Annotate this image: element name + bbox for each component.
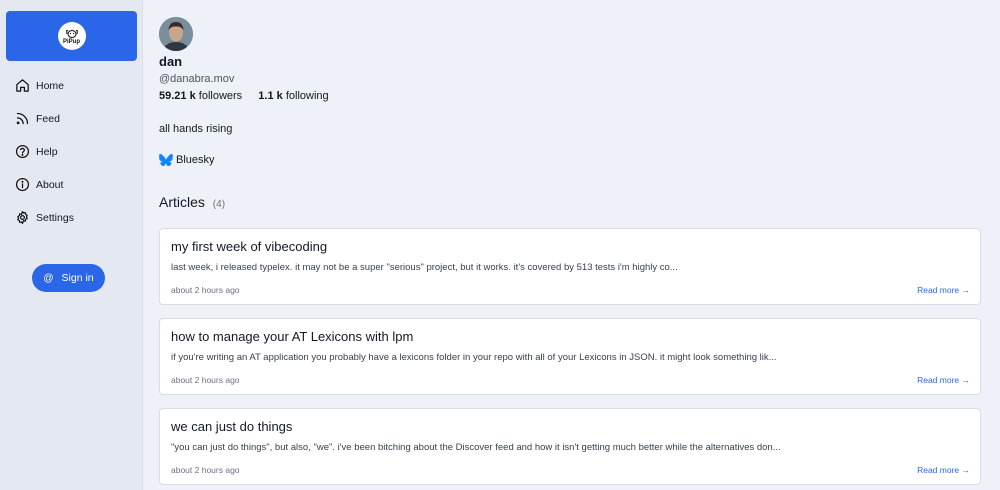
articles-heading: Articles (4) <box>159 194 225 210</box>
sidebar-nav: Home Feed Help About Settings <box>0 69 142 234</box>
avatar-photo <box>159 17 193 51</box>
article-excerpt: last week, i released typelex. it may no… <box>171 262 678 273</box>
article-excerpt: if you're writing an AT application you … <box>171 352 777 363</box>
profile-main: dan @danabra.mov 59.21 k followers 1.1 k… <box>143 0 1000 490</box>
article-timestamp: about 2 hours ago <box>171 375 240 385</box>
info-icon <box>15 177 30 192</box>
gear-icon <box>17 210 28 225</box>
sidebar-item-home[interactable]: Home <box>0 69 142 102</box>
read-more-link[interactable]: Read more → <box>917 465 970 475</box>
profile-handle: @danabra.mov <box>159 73 235 85</box>
article-timestamp: about 2 hours ago <box>171 465 240 475</box>
followers-label: followers <box>198 90 243 102</box>
read-more-link[interactable]: Read more → <box>917 375 970 385</box>
rss-icon <box>16 112 29 125</box>
home-icon <box>16 79 29 92</box>
articles-count: (4) <box>212 199 226 210</box>
article-timestamp: about 2 hours ago <box>171 285 240 295</box>
profile-name: dan <box>159 54 183 69</box>
sidebar: PiPup Home Feed Help About Settings @ Si… <box>0 0 143 490</box>
article-title[interactable]: how to manage your AT Lexicons with lpm <box>171 329 413 344</box>
read-more-link[interactable]: Read more → <box>917 285 970 295</box>
puppy-icon <box>65 29 78 38</box>
following-count: 1.1 k <box>258 90 283 102</box>
article-card[interactable]: we can just do things "you can just do t… <box>159 408 981 485</box>
sidebar-item-feed[interactable]: Feed <box>0 102 142 135</box>
article-card[interactable]: how to manage your AT Lexicons with lpm … <box>159 318 981 395</box>
bluesky-label: Bluesky <box>176 154 215 166</box>
profile-bio: all hands rising <box>159 123 233 135</box>
sidebar-item-label: Feed <box>36 112 60 125</box>
sign-in-label: Sign in <box>61 272 94 284</box>
followers-count: 59.21 k <box>159 90 196 102</box>
butterfly-icon <box>159 154 173 166</box>
following-label: following <box>285 90 329 102</box>
sidebar-item-label: About <box>36 178 64 191</box>
app-logo[interactable]: PiPup <box>6 11 137 61</box>
article-excerpt: "you can just do things", but also, "we"… <box>171 442 781 453</box>
at-icon: @ <box>43 272 54 284</box>
profile-stats: 59.21 k followers 1.1 k following <box>159 90 329 102</box>
logo-text: PiPup <box>62 38 80 45</box>
help-circle-icon <box>15 144 30 159</box>
sign-in-button[interactable]: @ Sign in <box>32 264 105 292</box>
bluesky-link[interactable]: Bluesky <box>159 154 215 166</box>
article-title[interactable]: we can just do things <box>171 419 292 434</box>
logo-badge: PiPup <box>57 22 86 50</box>
sidebar-item-settings[interactable]: Settings <box>0 201 142 234</box>
article-title[interactable]: my first week of vibecoding <box>171 239 327 254</box>
avatar[interactable] <box>159 17 193 51</box>
articles-title: Articles <box>159 194 205 210</box>
article-card[interactable]: my first week of vibecoding last week, i… <box>159 228 981 305</box>
sidebar-item-about[interactable]: About <box>0 168 142 201</box>
sidebar-item-label: Help <box>36 145 58 158</box>
sidebar-item-help[interactable]: Help <box>0 135 142 168</box>
sidebar-item-label: Home <box>36 79 65 92</box>
sidebar-item-label: Settings <box>36 211 74 224</box>
